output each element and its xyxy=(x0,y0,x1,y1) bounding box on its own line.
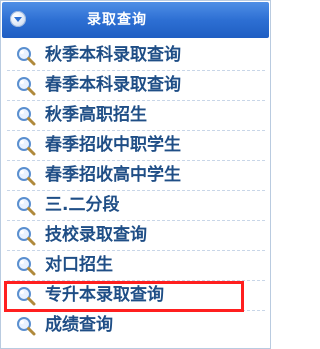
menu-item-label[interactable]: 秋季高职招生 xyxy=(45,104,147,126)
menu-item-spring-high-school[interactable]: 春季招收高中学生 xyxy=(7,161,265,191)
menu-item-label[interactable]: 技校录取查询 xyxy=(45,224,147,246)
menu-item-autumn-bachelor[interactable]: 秋季本科录取查询 xyxy=(7,41,265,71)
menu-item-spring-secondary-vocational[interactable]: 春季招收中职学生 xyxy=(7,131,265,161)
magnifier-icon xyxy=(17,47,36,66)
admission-query-panel: 录取查询 秋季本科录取查询 春季本科录取查询 秋季高职招生 春季招收中职学生 春… xyxy=(0,0,271,349)
menu-item-score-query[interactable]: 成绩查询 xyxy=(7,311,265,340)
query-menu: 秋季本科录取查询 春季本科录取查询 秋季高职招生 春季招收中职学生 春季招收高中… xyxy=(4,41,265,340)
magnifier-icon xyxy=(17,77,36,96)
magnifier-icon xyxy=(17,257,36,276)
magnifier-icon xyxy=(17,167,36,186)
magnifier-icon xyxy=(17,107,36,126)
menu-item-upgrade-bachelor[interactable]: 专升本录取查询 xyxy=(4,281,265,312)
menu-item-label[interactable]: 对口招生 xyxy=(45,254,113,276)
magnifier-icon xyxy=(17,227,36,246)
menu-item-counterpart-admission[interactable]: 对口招生 xyxy=(7,251,265,281)
magnifier-icon xyxy=(17,317,36,336)
menu-item-label[interactable]: 专升本录取查询 xyxy=(45,284,164,306)
menu-item-label[interactable]: 秋季本科录取查询 xyxy=(45,44,181,66)
menu-item-label[interactable]: 春季招收高中学生 xyxy=(45,164,181,186)
panel-title: 录取查询 xyxy=(87,12,147,28)
menu-item-label[interactable]: 春季本科录取查询 xyxy=(45,74,181,96)
menu-item-label[interactable]: 春季招收中职学生 xyxy=(45,134,181,156)
chevron-down-icon[interactable] xyxy=(10,11,26,27)
magnifier-icon xyxy=(17,137,36,156)
magnifier-icon xyxy=(17,197,36,216)
menu-item-technical-school[interactable]: 技校录取查询 xyxy=(7,221,265,251)
menu-item-three-two-segment[interactable]: 三.二分段 xyxy=(7,191,265,221)
magnifier-icon xyxy=(17,287,36,306)
panel-header[interactable]: 录取查询 xyxy=(2,2,269,38)
menu-item-label[interactable]: 成绩查询 xyxy=(45,314,113,336)
menu-item-autumn-vocational[interactable]: 秋季高职招生 xyxy=(7,101,265,131)
menu-item-spring-bachelor[interactable]: 春季本科录取查询 xyxy=(7,71,265,101)
menu-item-label[interactable]: 三.二分段 xyxy=(45,194,119,216)
